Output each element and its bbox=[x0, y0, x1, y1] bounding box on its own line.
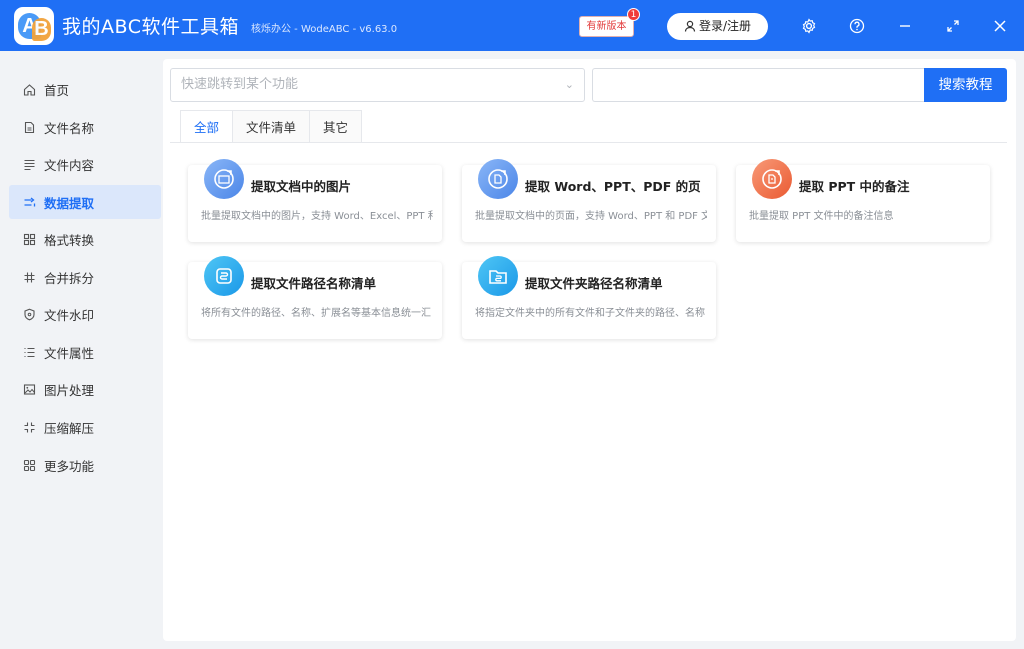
format-convert-icon bbox=[22, 232, 36, 246]
sidebar-item-label: 数据提取 bbox=[44, 195, 95, 211]
card-extract-pages[interactable]: 提取 Word、PPT、PDF 的页 批量提取文档中的页面，支持 Word、PP… bbox=[462, 159, 716, 242]
more-icon bbox=[22, 458, 36, 472]
image-extract-icon bbox=[204, 159, 244, 199]
sidebar-item-label: 文件属性 bbox=[44, 345, 95, 361]
sidebar-item-label: 格式转换 bbox=[44, 232, 95, 248]
sidebar-item-label: 首页 bbox=[44, 82, 70, 98]
card-title: 提取文件夹路径名称清单 bbox=[525, 276, 663, 291]
main-panel: 快速跳转到某个功能 ⌄ 搜索教程 全部 文件清单 其它 提取文档中的图片 批量提… bbox=[163, 59, 1016, 641]
quick-jump-select[interactable]: 快速跳转到某个功能 ⌄ bbox=[170, 68, 585, 102]
sidebar-item-more[interactable]: 更多功能 bbox=[9, 448, 161, 482]
card-description: 批量提取 PPT 文件中的备注信息 bbox=[749, 211, 894, 222]
maximize-icon[interactable] bbox=[943, 16, 963, 36]
search-input[interactable] bbox=[592, 68, 925, 102]
help-icon[interactable] bbox=[847, 16, 867, 36]
sidebar-item-merge-split[interactable]: 合并拆分 bbox=[9, 260, 161, 294]
update-count-badge: 1 bbox=[627, 8, 640, 21]
app-subtitle: 核烁办公 - WodeABC - v6.63.0 bbox=[251, 24, 398, 35]
sidebar-item-compress[interactable]: 压缩解压 bbox=[9, 410, 161, 444]
chevron-down-icon: ⌄ bbox=[564, 78, 574, 91]
image-icon bbox=[22, 382, 36, 396]
quick-jump-placeholder: 快速跳转到某个功能 bbox=[181, 77, 299, 92]
login-register-button[interactable]: 登录/注册 bbox=[667, 13, 768, 40]
tab-file-list[interactable]: 文件清单 bbox=[233, 110, 311, 143]
sidebar-item-label: 文件名称 bbox=[44, 120, 95, 136]
close-icon[interactable] bbox=[990, 16, 1010, 36]
search-tutorial-button[interactable]: 搜索教程 bbox=[924, 68, 1007, 102]
sidebar-item-file-content[interactable]: 文件内容 bbox=[9, 147, 161, 181]
sidebar-item-label: 压缩解压 bbox=[44, 420, 95, 436]
title-bar: A B 我的ABC软件工具箱 核烁办公 - WodeABC - v6.63.0 … bbox=[0, 0, 1024, 51]
new-version-label: 有新版本 bbox=[586, 21, 627, 32]
card-description: 批量提取文档中的图片，支持 Word、Excel、PPT 和 bbox=[201, 211, 433, 222]
card-extract-ppt-notes[interactable]: 提取 PPT 中的备注 批量提取 PPT 文件中的备注信息 bbox=[736, 159, 990, 242]
user-icon bbox=[684, 20, 696, 32]
card-file-path-list[interactable]: 提取文件路径名称清单 将所有文件的路径、名称、扩展名等基本信息统一汇 bbox=[188, 256, 442, 339]
file-path-list-icon bbox=[204, 256, 244, 296]
card-title: 提取 PPT 中的备注 bbox=[799, 179, 910, 194]
sidebar: 首页 文件名称 文件内容 数据提取 格式转换 合并拆分 文件水印 文件属性 图片… bbox=[0, 51, 162, 649]
sidebar-item-home[interactable]: 首页 bbox=[9, 72, 161, 106]
data-extract-icon bbox=[22, 195, 36, 209]
watermark-icon bbox=[22, 307, 36, 321]
card-title: 提取文档中的图片 bbox=[251, 179, 352, 194]
compress-icon bbox=[22, 420, 36, 434]
page-extract-icon bbox=[478, 159, 518, 199]
card-title: 提取文件路径名称清单 bbox=[251, 276, 377, 291]
sidebar-item-file-attr[interactable]: 文件属性 bbox=[9, 335, 161, 369]
card-folder-path-list[interactable]: 提取文件夹路径名称清单 将指定文件夹中的所有文件和子文件夹的路径、名称 bbox=[462, 256, 716, 339]
sidebar-item-label: 图片处理 bbox=[44, 382, 95, 398]
logo-letter-b: B bbox=[32, 18, 51, 41]
folder-path-list-icon bbox=[478, 256, 518, 296]
new-version-button[interactable]: 有新版本 1 bbox=[579, 8, 640, 37]
sidebar-item-image[interactable]: 图片处理 bbox=[9, 372, 161, 406]
home-icon bbox=[22, 82, 36, 96]
sidebar-item-label: 文件水印 bbox=[44, 307, 95, 323]
sidebar-item-label: 合并拆分 bbox=[44, 270, 95, 286]
file-name-icon bbox=[22, 120, 36, 134]
settings-icon[interactable] bbox=[799, 16, 819, 36]
sidebar-item-label: 文件内容 bbox=[44, 157, 95, 173]
card-description: 批量提取文档中的页面，支持 Word、PPT 和 PDF 文 bbox=[475, 211, 707, 222]
tab-divider bbox=[170, 142, 1007, 143]
file-attr-icon bbox=[22, 345, 36, 359]
minimize-icon[interactable] bbox=[895, 16, 915, 36]
login-label: 登录/注册 bbox=[698, 19, 752, 33]
card-extract-images[interactable]: 提取文档中的图片 批量提取文档中的图片，支持 Word、Excel、PPT 和 bbox=[188, 159, 442, 242]
card-title: 提取 Word、PPT、PDF 的页 bbox=[525, 179, 701, 194]
file-content-icon bbox=[22, 157, 36, 171]
tab-all[interactable]: 全部 bbox=[180, 110, 234, 143]
ppt-notes-icon bbox=[752, 159, 792, 199]
card-description: 将所有文件的路径、名称、扩展名等基本信息统一汇 bbox=[201, 308, 431, 319]
app-logo: A B bbox=[14, 7, 54, 45]
app-title: 我的ABC软件工具箱 bbox=[62, 16, 239, 38]
merge-split-icon bbox=[22, 270, 36, 284]
card-description: 将指定文件夹中的所有文件和子文件夹的路径、名称 bbox=[475, 308, 705, 319]
sidebar-item-watermark[interactable]: 文件水印 bbox=[9, 297, 161, 331]
category-tabs: 全部 文件清单 其它 bbox=[180, 110, 363, 143]
sidebar-item-format-convert[interactable]: 格式转换 bbox=[9, 222, 161, 256]
sidebar-item-data-extract[interactable]: 数据提取 bbox=[9, 185, 161, 219]
sidebar-item-file-name[interactable]: 文件名称 bbox=[9, 110, 161, 144]
tab-other[interactable]: 其它 bbox=[310, 110, 363, 143]
sidebar-item-label: 更多功能 bbox=[44, 458, 95, 474]
